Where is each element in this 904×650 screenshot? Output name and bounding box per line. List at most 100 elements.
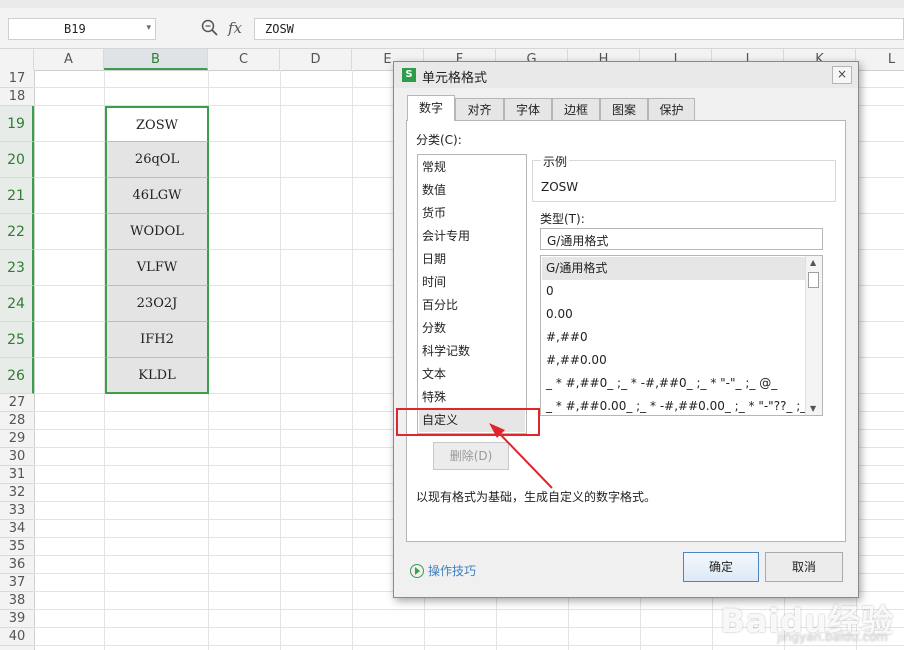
grid-line: [352, 70, 353, 650]
app-logo-icon: S: [402, 68, 416, 82]
category-list[interactable]: 常规 数值 货币 会计专用 日期 时间 百分比 分数 科学记数 文本 特殊 自定义: [417, 154, 527, 434]
cell[interactable]: 46LGW: [105, 178, 209, 214]
row-header[interactable]: 24: [0, 286, 34, 322]
row-header[interactable]: 38: [0, 592, 34, 610]
select-all-corner[interactable]: [0, 49, 34, 70]
category-item[interactable]: 百分比: [422, 294, 458, 317]
format-item[interactable]: G/通用格式: [542, 257, 806, 280]
grid-line: [34, 645, 904, 646]
category-item[interactable]: 数值: [422, 179, 446, 202]
row-header[interactable]: 34: [0, 520, 34, 538]
row-header[interactable]: 22: [0, 214, 34, 250]
delete-button[interactable]: 删除(D): [433, 442, 509, 470]
format-item[interactable]: 0: [542, 280, 806, 303]
row-header[interactable]: 31: [0, 466, 34, 484]
sample-group: 示例 ZOSW: [532, 153, 836, 202]
tab-pattern[interactable]: 图案: [600, 98, 648, 120]
row-header[interactable]: 23: [0, 250, 34, 286]
format-item[interactable]: _ * #,##0_ ;_ * -#,##0_ ;_ * "-"_ ;_ @_: [542, 372, 806, 395]
name-box[interactable]: B19 ▾: [8, 18, 156, 40]
category-item[interactable]: 常规: [422, 156, 446, 179]
tab-font[interactable]: 字体: [504, 98, 552, 120]
row-headers: 17 18 19 20 21 22 23 24 25 26 27 28 29 30 31 32 33 34 35 36…: [0, 70, 35, 650]
row-header[interactable]: 37: [0, 574, 34, 592]
row-header[interactable]: 26: [0, 358, 34, 394]
format-list[interactable]: _ * #,##0.00_ ;_ * -#,##0.00_ ;_ * "-"??…: [540, 255, 823, 416]
formula-value: ZOSW: [265, 22, 294, 36]
watermark: Baidu经验 jingyan.baidu.com: [720, 596, 894, 644]
row-header[interactable]: 35: [0, 538, 34, 556]
watermark-sub: jingyan.baidu.com: [777, 630, 888, 644]
category-item[interactable]: 文本: [422, 363, 446, 386]
format-item[interactable]: 0.00: [542, 303, 806, 326]
sample-value: ZOSW: [541, 180, 579, 194]
row-header[interactable]: 28: [0, 412, 34, 430]
zoom-icon[interactable]: [200, 18, 220, 38]
cell[interactable]: ZOSW: [105, 106, 209, 142]
row-header[interactable]: 29: [0, 430, 34, 448]
category-item[interactable]: 日期: [422, 248, 446, 271]
formula-input[interactable]: ZOSW: [254, 18, 904, 40]
formula-bar: B19 ▾ fx ZOSW: [0, 0, 904, 49]
dialog-title-bar[interactable]: S 单元格格式 ×: [394, 62, 858, 88]
cell[interactable]: 26qOL: [105, 142, 209, 178]
row-header[interactable]: 32: [0, 484, 34, 502]
row-header[interactable]: 20: [0, 142, 34, 178]
row-header[interactable]: 39: [0, 610, 34, 628]
format-cells-dialog: S 单元格格式 × 数字 对齐 字体 边框 图案 保护 分类(C): 常规 数值货…: [393, 61, 859, 598]
row-header[interactable]: 18: [0, 88, 34, 106]
column-header[interactable]: C: [208, 49, 280, 70]
row-header[interactable]: 19: [0, 106, 34, 142]
format-item[interactable]: _ * #,##0.00_ ;_ * -#,##0.00_ ;_ * "-"??…: [542, 395, 806, 415]
cell[interactable]: 23O2J: [105, 286, 209, 322]
close-button[interactable]: ×: [832, 66, 852, 84]
row-header[interactable]: 33: [0, 502, 34, 520]
play-circle-icon[interactable]: [410, 564, 424, 578]
name-box-value: B19: [64, 22, 86, 36]
tab-protection[interactable]: 保护: [648, 98, 695, 120]
fx-icon[interactable]: fx: [228, 19, 242, 37]
grid-line: [280, 70, 281, 650]
scrollbar-thumb[interactable]: [808, 272, 819, 288]
column-header[interactable]: B: [104, 49, 208, 70]
format-list-scrollbar[interactable]: ▲ ▼: [805, 256, 822, 415]
format-item[interactable]: #,##0: [542, 326, 806, 349]
column-header[interactable]: L: [856, 49, 904, 70]
row-header[interactable]: 30: [0, 448, 34, 466]
cell[interactable]: VLFW: [105, 250, 209, 286]
column-header[interactable]: D: [280, 49, 352, 70]
tab-alignment[interactable]: 对齐: [455, 98, 504, 120]
column-header[interactable]: A: [34, 49, 104, 70]
category-item[interactable]: 科学记数: [422, 340, 470, 363]
row-header[interactable]: 21: [0, 178, 34, 214]
category-item[interactable]: 会计专用: [422, 225, 470, 248]
category-item[interactable]: 特殊: [422, 386, 446, 409]
category-item[interactable]: 货币: [422, 202, 446, 225]
row-header[interactable]: 40: [0, 628, 34, 646]
cell[interactable]: IFH2: [105, 322, 209, 358]
row-header[interactable]: 36: [0, 556, 34, 574]
cancel-button[interactable]: 取消: [765, 552, 843, 582]
category-label: 分类(C):: [416, 133, 462, 147]
tab-border[interactable]: 边框: [552, 98, 600, 120]
sample-label: 示例: [541, 153, 570, 170]
chevron-down-icon[interactable]: ▾: [146, 23, 151, 33]
scroll-up-icon[interactable]: ▲: [810, 258, 816, 267]
category-item[interactable]: 时间: [422, 271, 446, 294]
type-input-value: G/通用格式: [547, 234, 609, 248]
dialog-title: 单元格格式: [422, 71, 488, 86]
type-input[interactable]: G/通用格式: [540, 228, 823, 250]
cell[interactable]: WODOL: [105, 214, 209, 250]
toolbar-strip: [0, 0, 904, 8]
scroll-down-icon[interactable]: ▼: [810, 404, 816, 413]
category-item[interactable]: 分数: [422, 317, 446, 340]
cell[interactable]: KLDL: [105, 358, 209, 394]
highlight-box: [396, 408, 540, 436]
tips-link[interactable]: 操作技巧: [428, 562, 476, 579]
tab-number[interactable]: 数字: [407, 95, 455, 121]
format-item[interactable]: #,##0.00: [542, 349, 806, 372]
row-header[interactable]: 17: [0, 70, 34, 88]
ok-button[interactable]: 确定: [683, 552, 759, 582]
row-header[interactable]: 25: [0, 322, 34, 358]
row-header[interactable]: 27: [0, 394, 34, 412]
